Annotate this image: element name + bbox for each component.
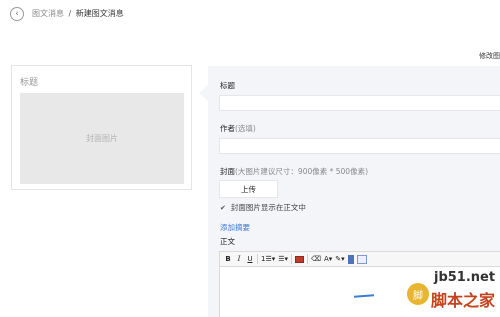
upload-button[interactable]: 上传 — [219, 180, 278, 198]
background-color-icon[interactable]: ✎▾ — [335, 254, 344, 264]
eraser-icon[interactable]: ⌫ — [311, 254, 321, 264]
breadcrumb: 图文消息 / 新建图文消息 — [32, 9, 124, 19]
author-hint: (选填) — [235, 124, 256, 133]
author-label: 作者(选填) — [220, 124, 256, 134]
body-label: 正文 — [220, 237, 235, 246]
watermark-domain: jb51.net — [434, 270, 496, 285]
underline-icon[interactable]: U — [246, 254, 254, 264]
watermark-logo: 脚 — [407, 283, 429, 305]
insert-file-icon[interactable] — [347, 254, 354, 264]
media-icon[interactable] — [295, 255, 305, 263]
bold-icon[interactable]: B — [224, 254, 232, 264]
cover-placeholder-text: 封面图片 — [86, 134, 118, 143]
cover-label: 封面(大图片建议尺寸：900像素 * 500像素) — [220, 167, 368, 177]
thumbnail-title: 标题 — [20, 78, 39, 88]
show-cover-label: 封面图片显示在正文中 — [230, 203, 306, 212]
editor-pointer-arrow — [199, 85, 208, 101]
insert-image-icon[interactable] — [356, 254, 367, 264]
rich-text-toolbar: B I U 1☰▾ ☰▾ ⌫ A▾ ✎▾ — [219, 251, 500, 267]
checkmark-icon: ✔ — [220, 204, 226, 212]
title-label: 标题 — [220, 81, 235, 90]
back-icon[interactable]: ‹ — [10, 7, 24, 21]
watermark-text: 脚本之家 — [431, 291, 496, 310]
toolbar-divider — [291, 254, 293, 264]
breadcrumb-separator: / — [68, 9, 72, 18]
author-input[interactable] — [219, 138, 500, 154]
article-thumbnail-card[interactable]: 标题 封面图片 — [11, 65, 192, 190]
font-color-icon[interactable]: A▾ — [324, 254, 332, 264]
cover-label-text: 封面 — [220, 167, 235, 176]
edit-preview-link[interactable]: 修改图 — [479, 52, 500, 61]
toolbar-divider — [307, 254, 309, 264]
thumbnail-cover-placeholder: 封面图片 — [20, 93, 184, 184]
author-label-text: 作者 — [220, 124, 235, 133]
cover-size-hint: (大图片建议尺寸：900像素 * 500像素) — [235, 167, 368, 176]
breadcrumb-link-articles[interactable]: 图文消息 — [32, 9, 64, 18]
bullet-list-icon[interactable]: ☰▾ — [278, 254, 288, 264]
add-abstract-link[interactable]: 添加摘要 — [220, 223, 250, 233]
italic-icon[interactable]: I — [235, 254, 243, 264]
toolbar-divider — [257, 254, 258, 264]
ordered-list-icon[interactable]: 1☰▾ — [261, 254, 275, 264]
title-input[interactable] — [219, 95, 500, 111]
show-cover-checkbox[interactable]: ✔ 封面图片显示在正文中 — [220, 203, 306, 213]
breadcrumb-current: 新建图文消息 — [75, 9, 124, 18]
